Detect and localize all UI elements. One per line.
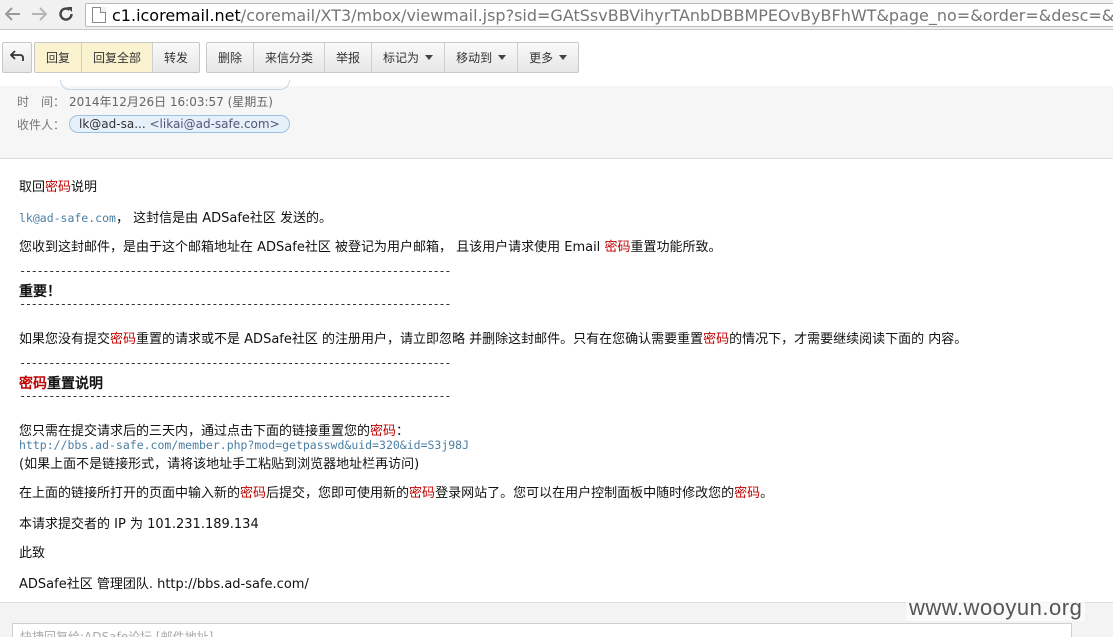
browser-address-bar: c1.icoremail.net/coremail/XT3/mbox/viewm… bbox=[0, 0, 1113, 30]
greeting-line: lk@ad-safe.com， 这封信是由 ADSafe社区 发送的。 bbox=[19, 207, 332, 226]
reply-group: 回复 回复全部 转发 bbox=[34, 42, 201, 73]
greeting-text: ， 这封信是由 ADSafe社区 发送的。 bbox=[115, 211, 333, 226]
page-icon bbox=[92, 7, 106, 23]
closing-line: 此致 bbox=[19, 546, 46, 561]
url-host: c1.icoremail.net bbox=[112, 5, 241, 25]
keyword-highlight: 密码 bbox=[604, 240, 631, 255]
requester-ip-line: 本请求提交者的 IP 为 101.231.189.134 bbox=[19, 513, 259, 532]
quick-reply-placeholder: 快捷回复给:ADSafe论坛 [邮件地址] bbox=[20, 630, 214, 637]
keyword-highlight: 密码 bbox=[240, 486, 267, 501]
title-pre: 取回 bbox=[19, 180, 46, 195]
report-button[interactable]: 举报 bbox=[325, 43, 373, 72]
newpw-text-d: 。 bbox=[760, 486, 774, 501]
divider: ----------------------------------------… bbox=[19, 264, 451, 278]
keyword-highlight: 密码 bbox=[45, 180, 72, 195]
forward-arrow-icon[interactable] bbox=[28, 4, 50, 24]
keyword-highlight: 密码 bbox=[409, 486, 436, 501]
newpw-text-a: 在上面的链接所打开的页面中输入新的 bbox=[19, 486, 241, 501]
ignore-text-b: 重置的请求或不是 ADSafe社区 的注册用户，请立即忽略 并删除这封邮件。只有… bbox=[136, 332, 704, 347]
back-to-list-button[interactable] bbox=[3, 43, 31, 72]
reply-button[interactable]: 回复 bbox=[35, 43, 83, 72]
reset-link[interactable]: http://bbs.ad-safe.com/member.php?mod=ge… bbox=[19, 438, 469, 452]
more-label: 更多 bbox=[529, 51, 554, 65]
sender-chip-remnant bbox=[60, 80, 290, 90]
time-row: 时 间： 2014年12月26日 16:03:57 (星期五) bbox=[17, 93, 273, 110]
keyword-highlight: 密码 bbox=[734, 486, 761, 501]
reason-text: 您收到这封邮件，是由于这个邮箱地址在 ADSafe社区 被登记为用户邮箱， 且该… bbox=[19, 240, 605, 255]
delete-button[interactable]: 删除 bbox=[207, 43, 255, 72]
recipient-email-link[interactable]: lk@ad-safe.com bbox=[19, 211, 116, 225]
reload-icon[interactable] bbox=[55, 4, 77, 24]
recipient-label: 收件人： bbox=[17, 117, 66, 132]
recipient-row: 收件人： lk@ad-sa... <likai@ad-safe.com> bbox=[17, 115, 290, 133]
recipient-chip[interactable]: lk@ad-sa... <likai@ad-safe.com> bbox=[69, 115, 290, 133]
action-group: 删除 来信分类 举报 标记为 移动到 更多 bbox=[206, 42, 580, 73]
paste-hint-line: (如果上面不是链接形式，请将该地址手工粘贴到浏览器地址栏再访问) bbox=[19, 457, 420, 472]
ignore-notice-line: 如果您没有提交密码重置的请求或不是 ADSafe社区 的注册用户，请立即忽略 并… bbox=[19, 328, 967, 347]
divider: ----------------------------------------… bbox=[19, 297, 451, 311]
reason-line: 您收到这封邮件，是由于这个邮箱地址在 ADSafe社区 被登记为用户邮箱， 且该… bbox=[19, 236, 721, 255]
instruction-text: 您只需在提交请求后的三天内，通过点击下面的链接重置您的 bbox=[19, 424, 371, 439]
back-arrow-icon[interactable] bbox=[2, 4, 24, 24]
requester-ip-text: 本请求提交者的 IP 为 101.231.189.134 bbox=[19, 517, 259, 532]
signature-text: ADSafe社区 管理团队. http://bbs.ad-safe.com/ bbox=[19, 577, 309, 592]
mark-as-dropdown[interactable]: 标记为 bbox=[372, 43, 446, 72]
signature-line: ADSafe社区 管理团队. http://bbs.ad-safe.com/ bbox=[19, 573, 309, 592]
mail-body: 取回密码说明 lk@ad-safe.com， 这封信是由 ADSafe社区 发送… bbox=[0, 160, 1113, 600]
move-to-label: 移动到 bbox=[456, 51, 493, 65]
classify-button[interactable]: 来信分类 bbox=[254, 43, 326, 72]
watermark: www.wooyun.org bbox=[906, 595, 1086, 621]
reply-all-button[interactable]: 回复全部 bbox=[82, 43, 154, 72]
time-label: 时 间： bbox=[17, 95, 66, 109]
chevron-down-icon bbox=[559, 55, 568, 60]
chevron-down-icon bbox=[498, 55, 507, 60]
back-to-list-group bbox=[2, 42, 32, 73]
url-input[interactable]: c1.icoremail.net/coremail/XT3/mbox/viewm… bbox=[85, 3, 1113, 27]
more-dropdown[interactable]: 更多 bbox=[518, 43, 578, 72]
time-value: 2014年12月26日 16:03:57 (星期五) bbox=[69, 95, 273, 109]
keyword-highlight: 密码 bbox=[110, 332, 137, 347]
instruction-colon: ： bbox=[396, 424, 410, 439]
title-post: 说明 bbox=[71, 180, 98, 195]
forward-button[interactable]: 转发 bbox=[153, 43, 199, 72]
newpw-text-c: 登录网站了。您可以在用户控制面板中随时修改您的 bbox=[435, 486, 735, 501]
ignore-text-c: 的情况下，才需要继续阅读下面的 内容。 bbox=[729, 332, 968, 347]
ignore-text-a: 如果您没有提交 bbox=[19, 332, 111, 347]
divider: ----------------------------------------… bbox=[19, 356, 451, 370]
keyword-highlight: 密码 bbox=[703, 332, 730, 347]
recipient-address: <likai@ad-safe.com> bbox=[149, 117, 280, 131]
new-password-line: 在上面的链接所打开的页面中输入新的密码后提交，您即可使用新的密码登录网站了。您可… bbox=[19, 482, 773, 501]
recipient-name: lk@ad-sa... bbox=[79, 117, 146, 131]
move-to-dropdown[interactable]: 移动到 bbox=[445, 43, 519, 72]
chevron-down-icon bbox=[425, 55, 434, 60]
instruction-line: 您只需在提交请求后的三天内，通过点击下面的链接重置您的密码： bbox=[19, 420, 409, 439]
divider: ----------------------------------------… bbox=[19, 389, 451, 403]
url-path: /coremail/XT3/mbox/viewmail.jsp?sid=GAtS… bbox=[240, 5, 1113, 25]
newpw-text-b: 后提交，您即可使用新的 bbox=[266, 486, 410, 501]
mail-header: 时 间： 2014年12月26日 16:03:57 (星期五) 收件人： lk@… bbox=[0, 80, 1113, 159]
reply-arrow-icon bbox=[9, 50, 24, 65]
mail-title: 取回密码说明 bbox=[19, 176, 97, 195]
mark-as-label: 标记为 bbox=[383, 51, 420, 65]
mail-toolbar: 回复 回复全部 转发 删除 来信分类 举报 标记为 移动到 更多 bbox=[0, 30, 1113, 86]
keyword-highlight: 密码 bbox=[370, 424, 397, 439]
reason-post: 重置功能所致。 bbox=[630, 240, 722, 255]
